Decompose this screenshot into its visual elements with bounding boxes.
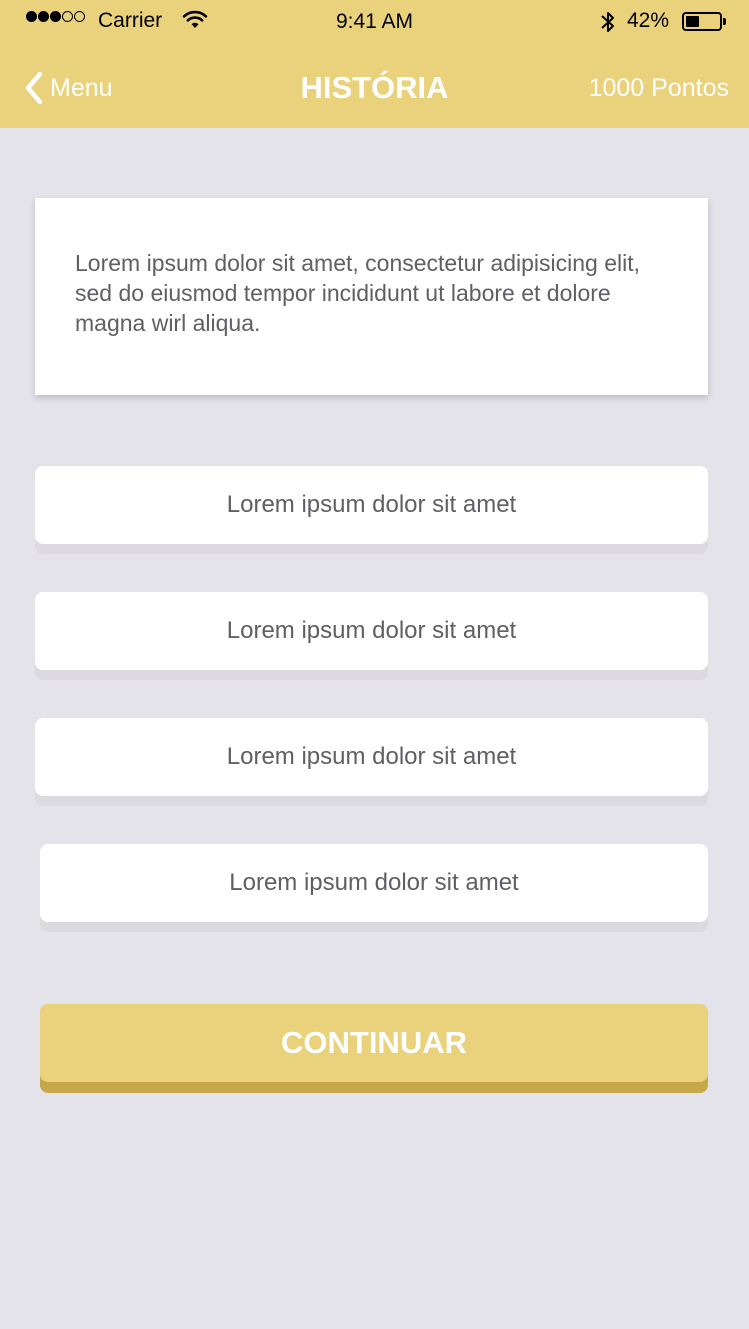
- battery-icon: [682, 12, 722, 31]
- points-label: 1000 Pontos: [588, 74, 729, 102]
- story-text-card: Lorem ipsum dolor sit amet, consectetur …: [35, 198, 708, 395]
- story-text: Lorem ipsum dolor sit amet, consectetur …: [75, 250, 641, 336]
- battery-percentage: 42%: [627, 9, 670, 32]
- answer-option-1[interactable]: Lorem ipsum dolor sit amet: [35, 466, 708, 544]
- answer-option-3[interactable]: Lorem ipsum dolor sit amet: [35, 718, 708, 796]
- answer-option-4[interactable]: Lorem ipsum dolor sit amet: [40, 844, 708, 922]
- battery-level: [686, 16, 699, 27]
- answer-option-2[interactable]: Lorem ipsum dolor sit amet: [35, 592, 708, 670]
- status-bar: Carrier 9:41 AM 42%: [0, 0, 749, 44]
- battery-tip-icon: [723, 18, 726, 25]
- continue-button[interactable]: CONTINUAR: [40, 1004, 708, 1082]
- bluetooth-icon: [599, 9, 617, 41]
- navigation-header: Carrier 9:41 AM 42% Menu HISTÓRIA 1000 P…: [0, 0, 749, 128]
